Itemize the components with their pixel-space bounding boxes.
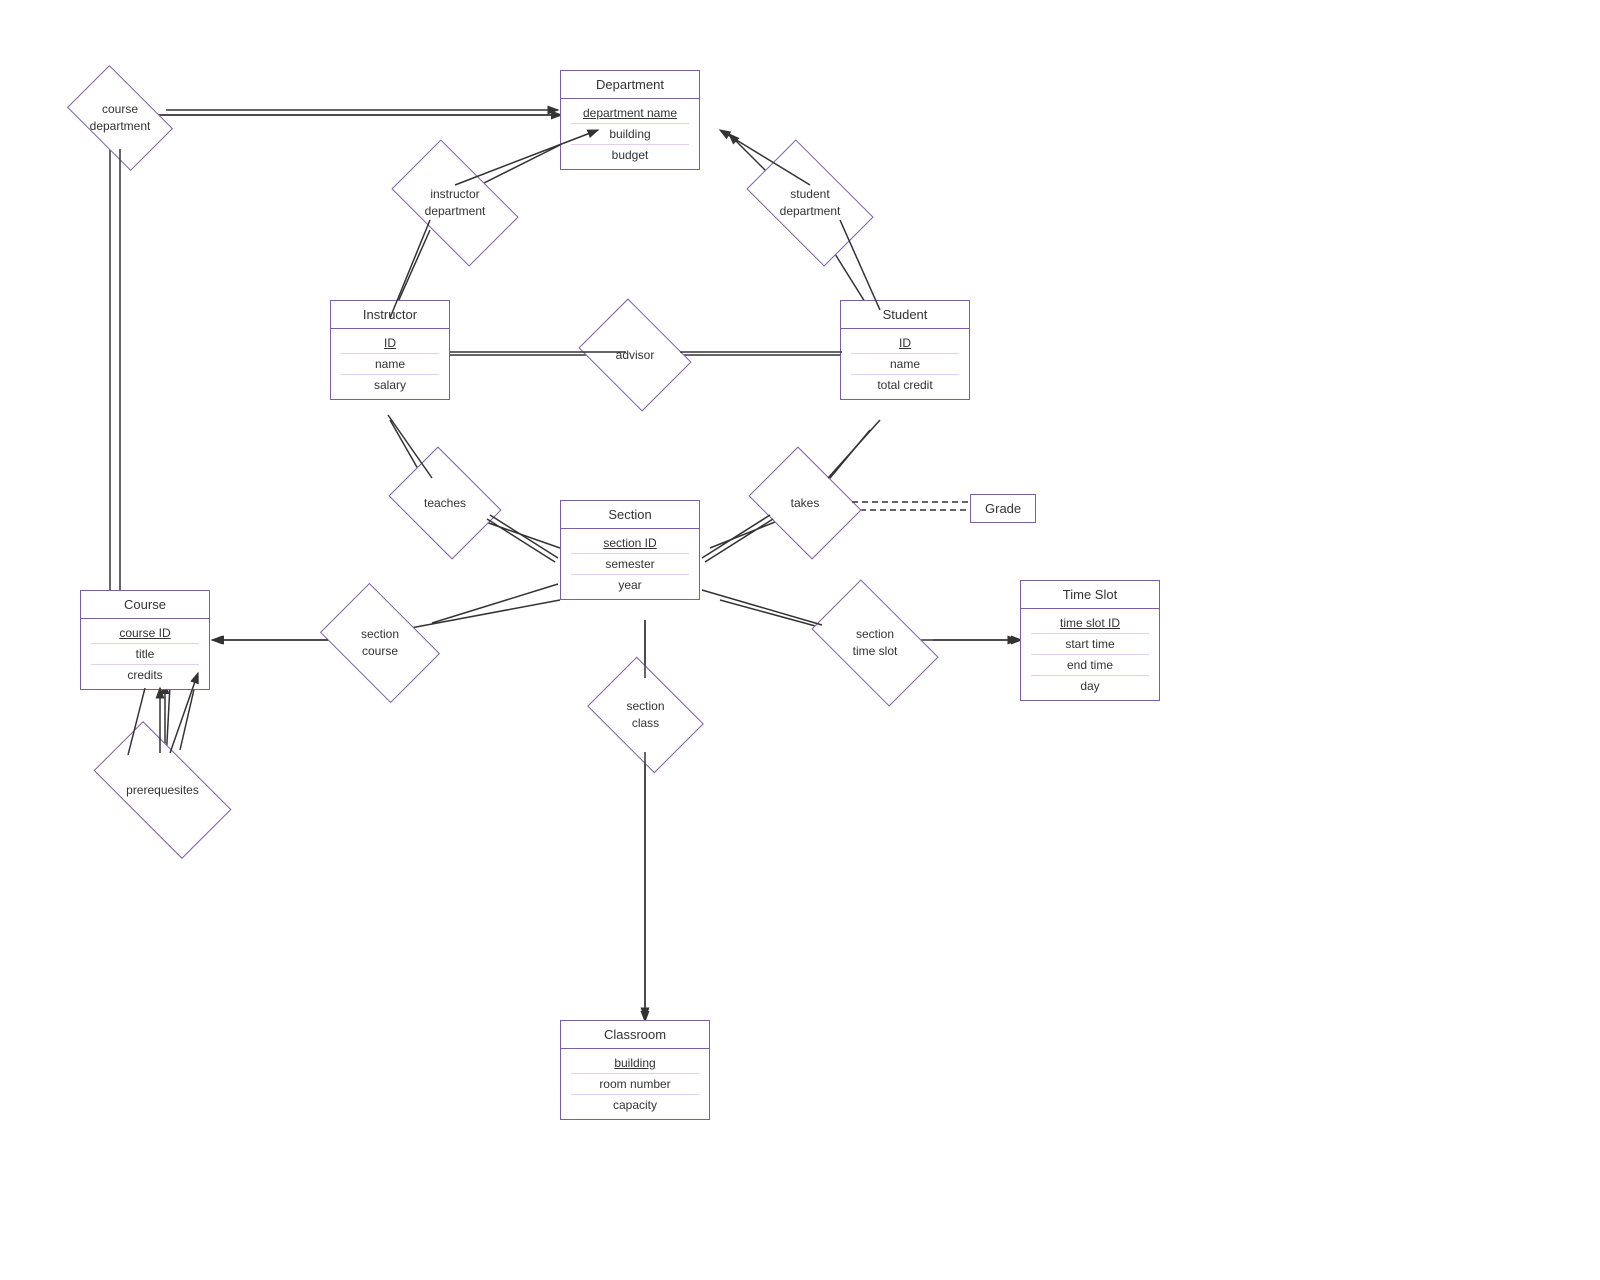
student-entity: Student ID name total credit (840, 300, 970, 400)
course-entity: Course course ID title credits (80, 590, 210, 690)
course-attrs: course ID title credits (81, 619, 209, 689)
course-attr-id: course ID (91, 623, 199, 644)
classroom-title: Classroom (561, 1021, 709, 1049)
department-title: Department (561, 71, 699, 99)
section-attr-id: section ID (571, 533, 689, 554)
grade-label: Grade (985, 501, 1021, 516)
instructor-attr-id: ID (341, 333, 439, 354)
student-attr-credit: total credit (851, 375, 959, 395)
prerequesites-diamond: prerequesites (100, 755, 225, 825)
timeslot-attr-end: end time (1031, 655, 1149, 676)
student-attr-name: name (851, 354, 959, 375)
classroom-attrs: building room number capacity (561, 1049, 709, 1119)
advisor-label: advisor (616, 347, 655, 364)
takes-diamond: takes (760, 468, 850, 538)
section-class-diamond: sectionclass (598, 680, 693, 750)
student-department-label: studentdepartment (780, 186, 841, 220)
takes-label: takes (791, 495, 820, 512)
section-course-diamond: sectioncourse (330, 608, 430, 678)
timeslot-entity: Time Slot time slot ID start time end ti… (1020, 580, 1160, 701)
course-attr-credits: credits (91, 665, 199, 685)
student-attr-id: ID (851, 333, 959, 354)
section-title: Section (561, 501, 699, 529)
instructor-title: Instructor (331, 301, 449, 329)
section-class-label: sectionclass (626, 698, 664, 732)
section-attrs: section ID semester year (561, 529, 699, 599)
timeslot-attrs: time slot ID start time end time day (1021, 609, 1159, 700)
timeslot-attr-day: day (1031, 676, 1149, 696)
instructor-department-diamond: instructordepartment (400, 168, 510, 238)
classroom-attr-room: room number (571, 1074, 699, 1095)
dept-attr-budget: budget (571, 145, 689, 165)
section-attr-year: year (571, 575, 689, 595)
section-entity: Section section ID semester year (560, 500, 700, 600)
instructor-entity: Instructor ID name salary (330, 300, 450, 400)
section-timeslot-label: sectiontime slot (853, 626, 898, 660)
teaches-label: teaches (424, 495, 466, 512)
course-department-diamond: coursedepartment (75, 88, 165, 148)
section-timeslot-diamond: sectiontime slot (820, 608, 930, 678)
course-department-label: coursedepartment (90, 101, 151, 135)
instructor-department-label: instructordepartment (425, 186, 486, 220)
dept-attr-name: department name (571, 103, 689, 124)
department-entity: Department department name building budg… (560, 70, 700, 170)
prerequesites-label: prerequesites (126, 782, 199, 799)
student-title: Student (841, 301, 969, 329)
dept-attr-building: building (571, 124, 689, 145)
instructor-attrs: ID name salary (331, 329, 449, 399)
classroom-attr-building: building (571, 1053, 699, 1074)
student-attrs: ID name total credit (841, 329, 969, 399)
section-attr-semester: semester (571, 554, 689, 575)
teaches-diamond: teaches (400, 468, 490, 538)
classroom-entity: Classroom building room number capacity (560, 1020, 710, 1120)
department-attrs: department name building budget (561, 99, 699, 169)
classroom-attr-capacity: capacity (571, 1095, 699, 1115)
timeslot-title: Time Slot (1021, 581, 1159, 609)
section-course-label: sectioncourse (361, 626, 399, 660)
timeslot-attr-id: time slot ID (1031, 613, 1149, 634)
grade-entity: Grade (970, 494, 1036, 523)
advisor-diamond: advisor (590, 320, 680, 390)
course-title: Course (81, 591, 209, 619)
timeslot-attr-start: start time (1031, 634, 1149, 655)
instructor-attr-name: name (341, 354, 439, 375)
student-department-diamond: studentdepartment (755, 168, 865, 238)
instructor-attr-salary: salary (341, 375, 439, 395)
course-attr-title: title (91, 644, 199, 665)
